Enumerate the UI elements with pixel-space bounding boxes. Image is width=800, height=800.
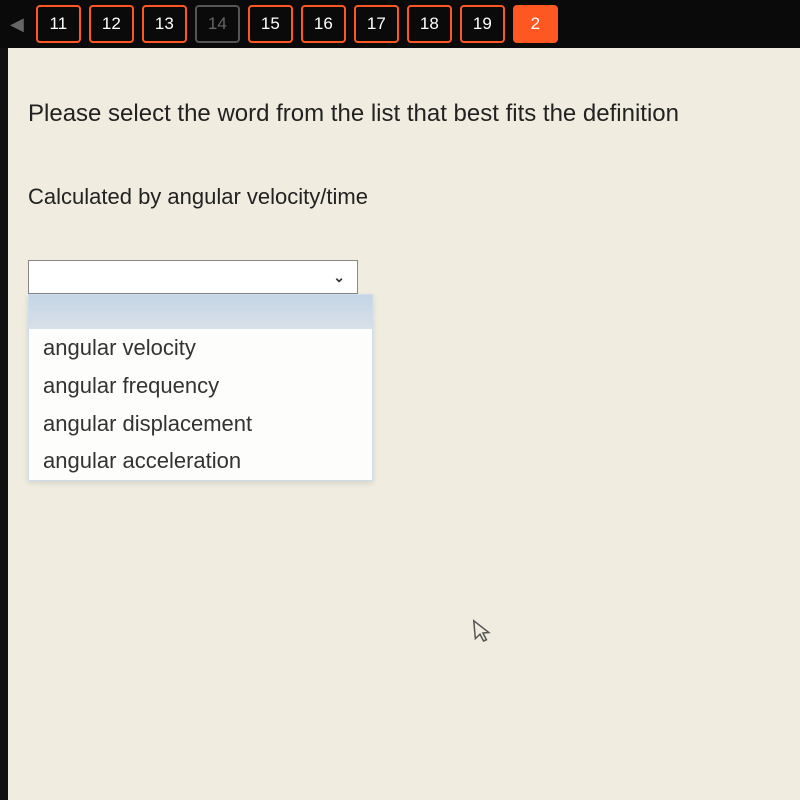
nav-tab-15[interactable]: 15 <box>248 5 293 43</box>
nav-tab-16[interactable]: 16 <box>301 5 346 43</box>
nav-tab-12[interactable]: 12 <box>89 5 134 43</box>
mouse-cursor-icon <box>472 617 495 652</box>
dropdown-option-blank[interactable] <box>29 295 372 329</box>
nav-tab-18[interactable]: 18 <box>407 5 452 43</box>
content-frame: Please select the word from the list tha… <box>0 48 800 800</box>
nav-tab-20[interactable]: 2 <box>513 5 558 43</box>
dropdown-option-2[interactable]: angular displacement <box>29 405 372 443</box>
question-definition: Calculated by angular velocity/time <box>28 184 780 210</box>
answer-dropdown-container: ⌄ angular velocity angular frequency ang… <box>28 260 358 481</box>
dropdown-option-0[interactable]: angular velocity <box>29 329 372 367</box>
answer-dropdown[interactable]: ⌄ <box>28 260 358 294</box>
nav-tab-19[interactable]: 19 <box>460 5 505 43</box>
dropdown-option-3[interactable]: angular acceleration <box>29 442 372 480</box>
question-content: Please select the word from the list tha… <box>8 48 800 800</box>
nav-tab-14[interactable]: 14 <box>195 5 240 43</box>
dropdown-list: angular velocity angular frequency angul… <box>28 294 373 481</box>
nav-prev-icon[interactable]: ◀ <box>6 14 28 35</box>
nav-tab-17[interactable]: 17 <box>354 5 399 43</box>
nav-tab-13[interactable]: 13 <box>142 5 187 43</box>
nav-tab-11[interactable]: 11 <box>36 5 81 43</box>
chevron-down-icon: ⌄ <box>333 269 345 286</box>
dropdown-option-1[interactable]: angular frequency <box>29 367 372 405</box>
question-prompt: Please select the word from the list tha… <box>28 98 780 129</box>
question-nav-bar: ◀ 11 12 13 14 15 16 17 18 19 2 <box>0 0 800 48</box>
